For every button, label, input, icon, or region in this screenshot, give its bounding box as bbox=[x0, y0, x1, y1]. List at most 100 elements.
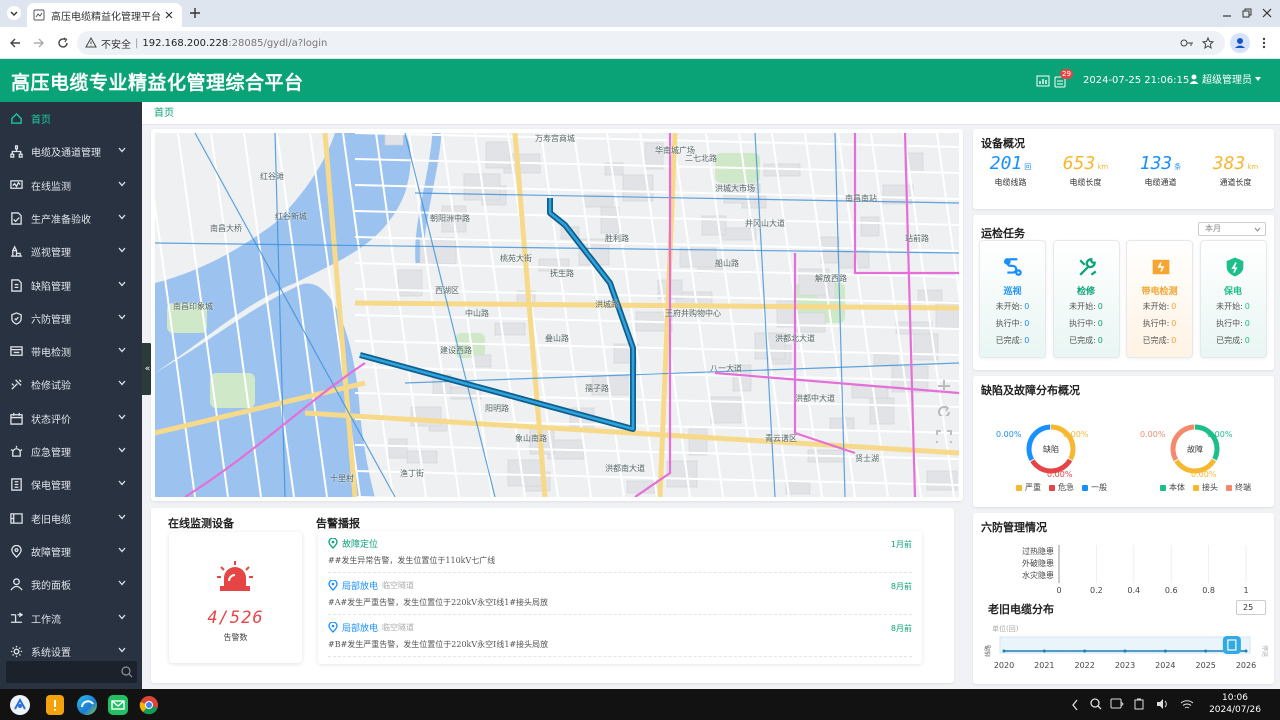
task-tile[interactable]: 保电 未开始: 0 执行中: 0 已完成: 0 bbox=[1199, 240, 1267, 358]
search-icon[interactable] bbox=[121, 666, 133, 678]
new-tab-icon[interactable] bbox=[189, 7, 201, 19]
tray-clock[interactable]: 10:06 2024/07/26 bbox=[1204, 692, 1266, 716]
sidebar-search-input[interactable] bbox=[6, 661, 137, 683]
chevron-down-icon bbox=[118, 580, 126, 586]
restore-icon[interactable] bbox=[1242, 8, 1252, 18]
alarm-count-box[interactable]: 4/526 告警数 bbox=[169, 532, 302, 663]
document-check-icon bbox=[11, 212, 22, 225]
legend-label: 终端 bbox=[1235, 483, 1251, 492]
user-menu[interactable]: 超级管理员 bbox=[1189, 71, 1261, 86]
chart-icon[interactable] bbox=[1036, 75, 1050, 87]
stat-value: 201 bbox=[989, 153, 1023, 174]
warning-icon bbox=[85, 37, 97, 48]
city-map[interactable]: 万寿宫商城 华南城广场 红谷滩 南昌大桥 红谷新城 南昌印象城 朝阳洲中路 西湖区 洪城路 八一大… bbox=[155, 133, 959, 497]
task-done-row: 已完成: 0 bbox=[1127, 335, 1192, 346]
tray-expand-icon[interactable] bbox=[1071, 699, 1079, 711]
legend-item[interactable]: 终端 bbox=[1226, 482, 1251, 493]
six-x-tick: 0.4 bbox=[1127, 586, 1140, 595]
sidebar-item-11[interactable]: 保电管理 bbox=[0, 468, 142, 501]
sidebar-item-6[interactable]: 六防管理 bbox=[0, 302, 142, 335]
sidebar-item-8[interactable]: 检修试验 bbox=[0, 368, 142, 401]
taskbar-app-chrome[interactable] bbox=[139, 695, 159, 715]
tray-search-icon[interactable] bbox=[1090, 698, 1102, 710]
old-cable-year: 2024 bbox=[1155, 661, 1175, 670]
task-live-detect-icon bbox=[1152, 259, 1170, 275]
sidebar-item-5[interactable]: 缺陷管理 bbox=[0, 269, 142, 302]
breadcrumb: 首页 bbox=[142, 102, 1280, 125]
legend-item[interactable]: 危急 bbox=[1049, 482, 1074, 493]
fullscreen-icon[interactable] bbox=[936, 430, 952, 443]
tray-volume-icon[interactable] bbox=[1156, 698, 1170, 710]
sidebar-item-3[interactable]: 生产准备验收 bbox=[0, 202, 142, 235]
taskbar-app-notes[interactable] bbox=[46, 695, 64, 715]
tray-network-icon[interactable] bbox=[1180, 698, 1194, 710]
sidebar-item-1[interactable]: 电缆及通道管理 bbox=[0, 135, 142, 168]
profile-button[interactable] bbox=[1230, 33, 1250, 53]
legend-swatch bbox=[1082, 484, 1088, 491]
six-category-label: 外破隐患 bbox=[1022, 558, 1054, 568]
map-canvas[interactable] bbox=[155, 133, 959, 497]
sidebar-item-14[interactable]: 我的面板 bbox=[0, 568, 142, 601]
back-icon[interactable] bbox=[9, 37, 21, 49]
alarm-item[interactable]: 局部放电 临空隧道 8月前 #A#发生严重告警，发生位置位于220kV永空Ⅰ线1#接头… bbox=[328, 577, 912, 615]
alarm-item[interactable]: 局部放电 临空隧道 8月前 #B#发生严重告警，发生位置位于220kV永空Ⅰ线1#接头… bbox=[328, 619, 912, 657]
old-cable-zoom-handle[interactable] bbox=[1222, 636, 1241, 654]
task-name: 巡视 bbox=[1003, 287, 1022, 297]
sidebar-item-2[interactable]: 在线监测 bbox=[0, 169, 142, 202]
sidebar-item-label: 我的面板 bbox=[31, 581, 71, 593]
minimize-icon[interactable] bbox=[1222, 8, 1232, 18]
start-button[interactable] bbox=[10, 695, 30, 715]
sidebar-item-9[interactable]: 状态评价 bbox=[0, 402, 142, 435]
hierarchy-icon bbox=[10, 145, 23, 159]
taskbar-app-edge[interactable] bbox=[77, 695, 97, 715]
refresh-map-icon[interactable] bbox=[936, 404, 952, 417]
sidebar-item-15[interactable]: 工作流 bbox=[0, 602, 142, 635]
legend-item[interactable]: 严重 bbox=[1016, 482, 1041, 493]
task-tile[interactable]: 检修 未开始: 0 执行中: 0 已完成: 0 bbox=[1052, 240, 1120, 358]
notification-badge: 29 bbox=[1060, 69, 1073, 79]
old-cable-years-input[interactable]: 25 bbox=[1236, 600, 1266, 615]
old-cable-year: 2020 bbox=[994, 661, 1014, 670]
sidebar-item-label: 电缆及通道管理 bbox=[31, 148, 101, 160]
faults-card: 缺陷及故障分布概况 缺陷 0.00% 0.00% 0.00% 严重 危急 一般 故障 0.00%… bbox=[973, 376, 1274, 507]
task-status-value: 0 bbox=[1244, 302, 1250, 311]
password-key-icon[interactable] bbox=[1180, 38, 1194, 48]
close-window-icon[interactable] bbox=[1262, 8, 1272, 18]
six-category-label: 过热隐患 bbox=[1022, 546, 1054, 556]
sidebar-item-10[interactable]: 应急管理 bbox=[0, 435, 142, 468]
close-tab-icon[interactable] bbox=[164, 10, 174, 20]
tab-search-button[interactable] bbox=[7, 6, 21, 20]
legend-item[interactable]: 接头 bbox=[1193, 482, 1218, 493]
sidebar-item-7[interactable]: 带电检测 bbox=[0, 335, 142, 368]
sidebar-item-0[interactable]: 首页 bbox=[0, 102, 142, 135]
forward-icon[interactable] bbox=[33, 37, 45, 49]
task-tile[interactable]: 带电检测 未开始: 0 执行中: 0 已完成: 0 bbox=[1126, 240, 1193, 358]
breadcrumb-home[interactable]: 首页 bbox=[154, 108, 174, 119]
browser-tab[interactable]: 高压电缆精益化管理平台 bbox=[27, 3, 182, 27]
legend-item[interactable]: 本体 bbox=[1160, 482, 1185, 493]
tasks-title: 运检任务 bbox=[981, 227, 1025, 240]
taskbar-app-mail[interactable] bbox=[108, 695, 128, 715]
alarm-type: 局部放电 bbox=[342, 582, 379, 592]
sidebar-item-label: 在线监测 bbox=[31, 181, 71, 193]
tray-clipboard-icon[interactable] bbox=[1133, 698, 1145, 710]
sidebar-item-13[interactable]: 故障管理 bbox=[0, 535, 142, 568]
sidebar-item-12[interactable]: 老旧电缆 bbox=[0, 502, 142, 535]
task-tile[interactable]: 巡视 未开始: 0 执行中: 0 已完成: 0 bbox=[979, 240, 1046, 358]
chevron-down-icon bbox=[118, 214, 126, 220]
bookmark-star-icon[interactable] bbox=[1202, 37, 1214, 49]
tray-notifications-icon[interactable] bbox=[1110, 698, 1124, 710]
six-x-tick: 1 bbox=[1243, 586, 1248, 595]
url-field[interactable]: 不安全 | 192.168.200.228:28085/gydl/a?login bbox=[77, 31, 1225, 55]
task-not-started-row: 未开始: 0 bbox=[980, 301, 1045, 312]
zoom-in-icon[interactable] bbox=[937, 379, 951, 390]
task-name: 保电 bbox=[1223, 287, 1242, 297]
reload-icon[interactable] bbox=[57, 37, 69, 49]
legend-item[interactable]: 一般 bbox=[1082, 482, 1107, 493]
browser-menu-icon[interactable] bbox=[1262, 37, 1266, 49]
old-cable-point bbox=[1244, 649, 1248, 653]
chevron-down-icon bbox=[1254, 227, 1261, 232]
sidebar-item-4[interactable]: 巡视管理 bbox=[0, 235, 142, 268]
period-select[interactable]: 本月 bbox=[1198, 222, 1266, 236]
alarm-item[interactable]: 故障定位 1月前 ##发生异常告警，发生位置位于110kV七广线 bbox=[328, 535, 912, 573]
